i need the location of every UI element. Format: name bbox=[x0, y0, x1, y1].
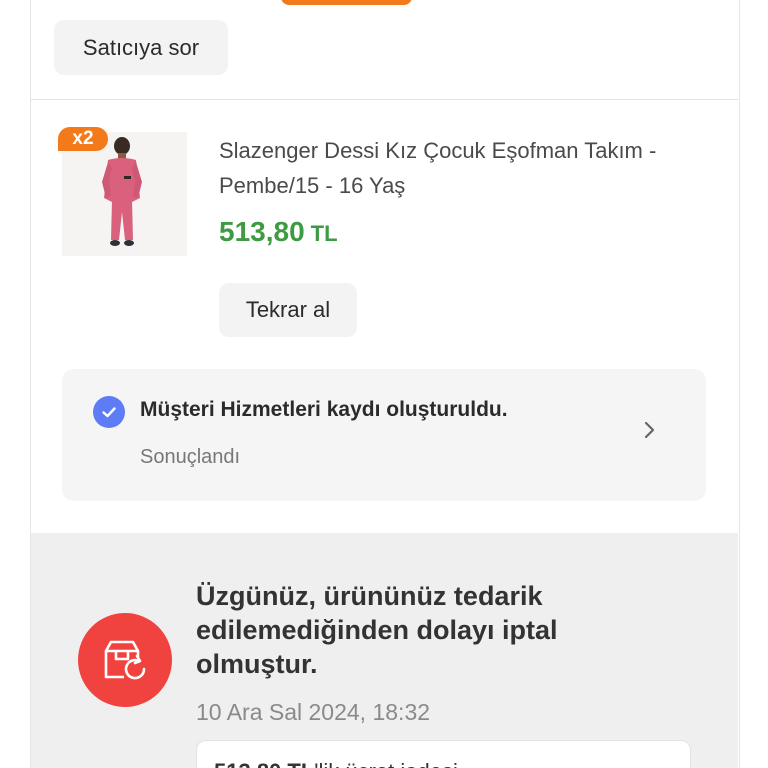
refund-description: 'lik ücret iadesi bbox=[314, 759, 458, 768]
price-currency: TL bbox=[310, 221, 338, 246]
ask-seller-button[interactable]: Satıcıya sor bbox=[54, 20, 228, 75]
quantity-badge: x2 bbox=[58, 127, 108, 151]
check-circle-icon bbox=[93, 396, 125, 428]
order-detail-page: Satıcıya sor x2 Slazenger Dessi Kız Çocu… bbox=[0, 0, 768, 768]
price-amount: 513,80 bbox=[219, 216, 305, 247]
refund-info-box[interactable]: 513,80 TL'lik ücret iadesi bbox=[196, 740, 691, 768]
rebuy-button[interactable]: Tekrar al bbox=[219, 283, 357, 337]
order-action-button-peek[interactable] bbox=[281, 0, 412, 5]
divider bbox=[31, 99, 738, 100]
box-refresh-icon bbox=[78, 613, 172, 707]
product-price: 513,80 TL bbox=[219, 216, 338, 248]
refund-amount: 513,80 TL bbox=[214, 759, 314, 768]
chevron-right-icon bbox=[644, 421, 655, 439]
refund-text: 513,80 TL'lik ücret iadesi bbox=[214, 759, 458, 768]
customer-service-status: Sonuçlandı bbox=[140, 446, 241, 468]
customer-service-title: Müşteri Hizmetleri kaydı oluşturuldu. bbox=[140, 398, 508, 421]
cancellation-date: 10 Ara Sal 2024, 18:32 bbox=[196, 699, 431, 725]
customer-service-card[interactable]: Müşteri Hizmetleri kaydı oluşturuldu. So… bbox=[62, 369, 706, 501]
cancellation-section: Üzgünüz, ürününüz tedarik edilemediğinde… bbox=[31, 533, 738, 768]
product-title[interactable]: Slazenger Dessi Kız Çocuk Eşofman Takım … bbox=[219, 133, 699, 203]
cancellation-message: Üzgünüz, ürününüz tedarik edilemediğinde… bbox=[196, 581, 558, 679]
